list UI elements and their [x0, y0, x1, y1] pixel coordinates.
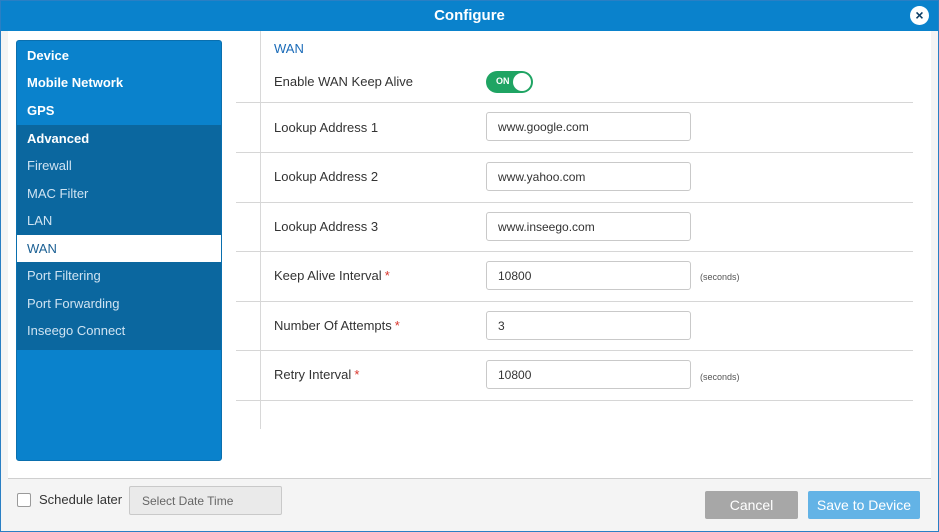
keep-alive-interval-input[interactable]	[486, 261, 691, 290]
sidebar-item-mobile-network[interactable]: Mobile Network	[17, 69, 221, 96]
lookup3-label: Lookup Address 3	[274, 219, 379, 234]
sidebar-item-wan[interactable]: WAN	[17, 235, 221, 262]
sidebar-item-lan[interactable]: LAN	[17, 207, 221, 234]
lookup2-input[interactable]	[486, 162, 691, 191]
sidebar-item-firewall[interactable]: Firewall	[17, 152, 221, 179]
attempts-label: Number Of Attempts *	[274, 318, 400, 333]
toggle-state-label: ON	[496, 76, 510, 86]
cancel-button[interactable]: Cancel	[705, 491, 798, 519]
retry-row: Retry Interval* (seconds)	[236, 351, 913, 401]
keep-alive-row: Enable WAN Keep Alive ON	[236, 62, 913, 103]
attempts-row: Number Of Attempts *	[236, 302, 913, 351]
lookup1-row: Lookup Address 1	[236, 103, 913, 153]
lookup2-label: Lookup Address 2	[274, 169, 379, 184]
lookup2-row: Lookup Address 2	[236, 153, 913, 203]
lookup1-input[interactable]	[486, 112, 691, 141]
dialog-title: Configure	[434, 7, 505, 24]
required-marker: *	[394, 318, 400, 333]
dialog-body: Device Mobile Network GPS Advanced Firew…	[8, 31, 931, 478]
interval-unit: (seconds)	[700, 272, 740, 282]
sidebar-item-advanced[interactable]: Advanced	[17, 125, 221, 152]
save-to-device-button[interactable]: Save to Device	[808, 491, 920, 519]
date-time-input[interactable]: Select Date Time	[129, 486, 282, 515]
title-bar: Configure ×	[1, 1, 938, 31]
sidebar-item-mac-filter[interactable]: MAC Filter	[17, 180, 221, 207]
sidebar-item-inseego-connect[interactable]: Inseego Connect	[17, 317, 221, 344]
sidebar-item-port-filtering[interactable]: Port Filtering	[17, 262, 221, 289]
close-icon[interactable]: ×	[910, 6, 929, 25]
lookup3-row: Lookup Address 3	[236, 203, 913, 252]
toggle-knob	[513, 73, 531, 91]
advanced-group: Advanced Firewall MAC Filter LAN WAN Por…	[17, 125, 221, 350]
attempts-input[interactable]	[486, 311, 691, 340]
schedule-checkbox[interactable]	[17, 493, 31, 507]
sidebar-item-port-forwarding[interactable]: Port Forwarding	[17, 290, 221, 317]
keep-alive-label: Enable WAN Keep Alive	[274, 74, 413, 89]
interval-label: Keep Alive Interval *	[274, 268, 390, 283]
lookup1-label: Lookup Address 1	[274, 120, 379, 135]
keep-alive-toggle[interactable]: ON	[486, 71, 533, 93]
lookup3-input[interactable]	[486, 212, 691, 241]
retry-interval-input[interactable]	[486, 360, 691, 389]
schedule-label: Schedule later	[39, 492, 123, 507]
dialog-footer: Schedule later Select Date Time Cancel S…	[8, 478, 931, 530]
required-marker: *	[354, 367, 360, 382]
retry-label: Retry Interval *	[274, 367, 360, 382]
interval-row: Keep Alive Interval* (seconds)	[236, 252, 913, 302]
retry-unit: (seconds)	[700, 372, 740, 382]
section-title: WAN	[274, 41, 304, 56]
sidebar: Device Mobile Network GPS Advanced Firew…	[16, 40, 222, 461]
configure-dialog: Configure × Device Mobile Network GPS Ad…	[0, 0, 939, 532]
sidebar-item-gps[interactable]: GPS	[17, 97, 221, 124]
sidebar-item-device[interactable]: Device	[17, 42, 221, 69]
required-marker: *	[384, 268, 390, 283]
